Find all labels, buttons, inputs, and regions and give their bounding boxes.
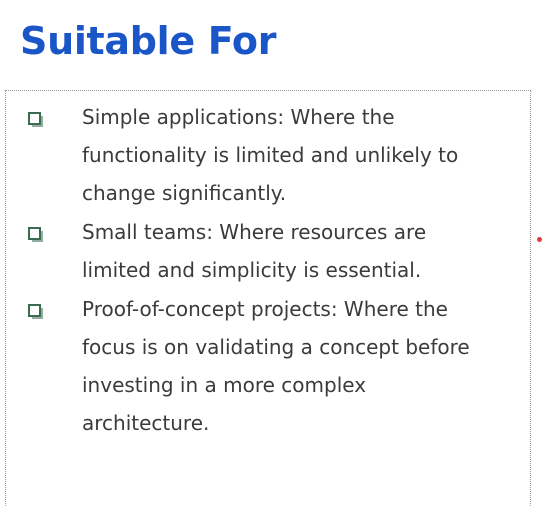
bullet-line: limited and simplicity is essential. [82, 258, 422, 282]
bullet-line: Simple applications: Where the [82, 105, 395, 129]
checkbox-square-icon [28, 304, 43, 319]
bullet-line: Proof-of-concept projects: Where the [82, 297, 448, 321]
red-marker-dot [537, 237, 542, 242]
bullet-line: change significantly. [82, 181, 287, 205]
page-title: Suitable For [20, 19, 277, 63]
checkbox-square-icon [28, 112, 43, 127]
bullet-line: architecture. [82, 411, 210, 435]
checkbox-square-icon [28, 227, 43, 242]
bullet-line: investing in a more complex [82, 373, 367, 397]
bullet-line: Small teams: Where resources are [82, 220, 427, 244]
bullet-line: focus is on validating a concept before [82, 335, 470, 359]
bullet-line: functionality is limited and unlikely to [82, 143, 459, 167]
